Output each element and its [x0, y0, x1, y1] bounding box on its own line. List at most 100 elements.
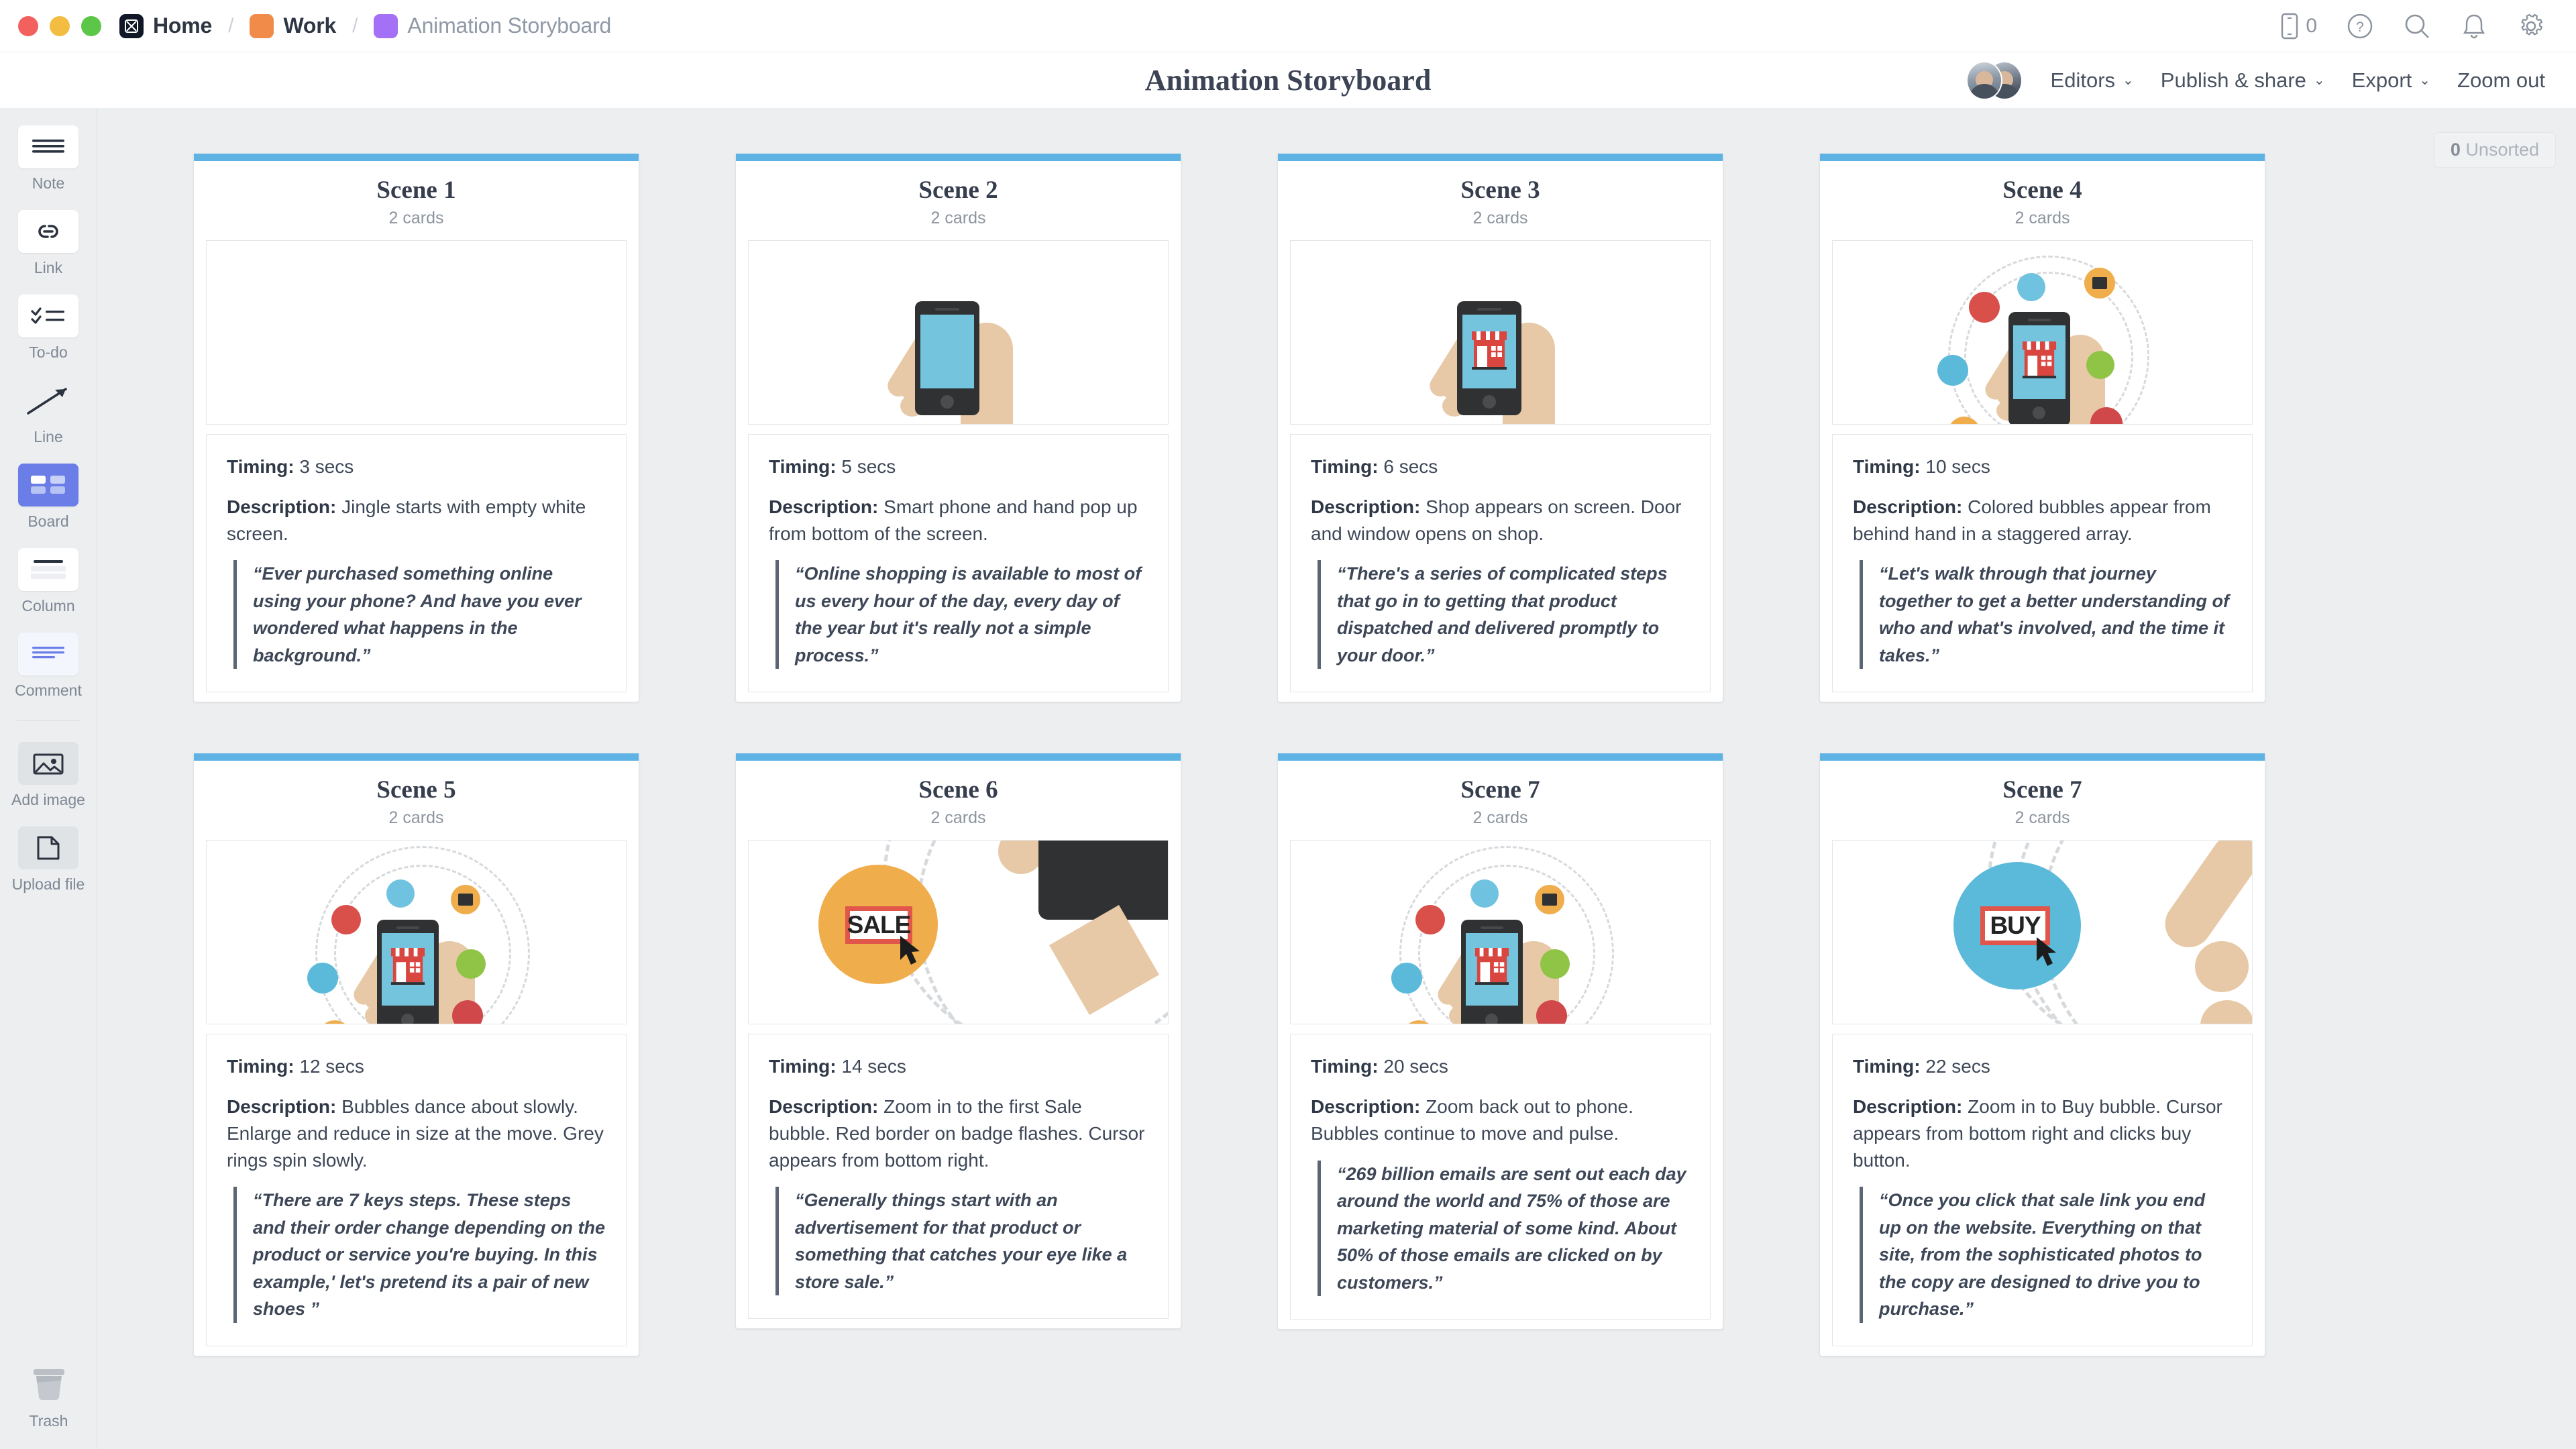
- column-scene-4[interactable]: Scene 4 2 cards Timing: 10 secs Descript…: [1819, 154, 2265, 703]
- sidebar-item-add-image[interactable]: Add image: [0, 742, 97, 809]
- breadcrumb-item-current[interactable]: Animation Storyboard: [374, 13, 611, 38]
- column-card-count: 2 cards: [1472, 808, 1528, 828]
- shop-icon: [1474, 948, 1510, 985]
- column-scene-6[interactable]: Scene 6 2 cards SALE Timing: 14 secs Des…: [735, 753, 1181, 1330]
- text-card[interactable]: Timing: 12 secs Description: Bubbles dan…: [206, 1034, 627, 1346]
- timing-field: Timing: 10 secs: [1853, 453, 2232, 480]
- quote-text: “269 billion emails are sent out each da…: [1318, 1160, 1690, 1296]
- column-header: Scene 7 2 cards: [1278, 761, 1723, 840]
- description-field: Description: Zoom back out to phone. Bub…: [1311, 1093, 1690, 1147]
- export-menu[interactable]: Export ⌄: [2352, 68, 2430, 93]
- sidebar-item-todo[interactable]: To-do: [0, 294, 97, 362]
- app-window: Home / Work / Animation Storyboard 0 ? A…: [0, 0, 2576, 1449]
- column-title: Scene 5: [376, 776, 456, 804]
- export-menu-label: Export: [2351, 68, 2412, 92]
- column-scene-7[interactable]: Scene 7 2 cards Timing: 20 secs Descript…: [1277, 753, 1723, 1330]
- zoom-out-label: Zoom out: [2457, 68, 2545, 92]
- link-icon: [18, 210, 78, 253]
- quote-text: “Once you click that sale link you end u…: [1860, 1187, 2232, 1323]
- sidebar-item-note[interactable]: Note: [0, 125, 97, 193]
- sidebar-item-upload-file[interactable]: Upload file: [0, 826, 97, 894]
- column-scene-7-buy[interactable]: Scene 7 2 cards BUY Timing: 22 secs Desc…: [1819, 753, 2265, 1356]
- column-scene-1[interactable]: Scene 1 2 cards Timing: 3 secs Descripti…: [193, 154, 639, 703]
- column-card-count: 2 cards: [388, 209, 444, 227]
- image-card[interactable]: [748, 240, 1169, 425]
- image-card[interactable]: BUY: [1832, 840, 2253, 1025]
- minimize-window-button[interactable]: [50, 15, 70, 36]
- help-icon[interactable]: ?: [2347, 13, 2373, 40]
- image-card[interactable]: [1290, 240, 1711, 425]
- phone-with-colored-bubbles-illustration: [1833, 241, 2252, 424]
- shop-icon: [2021, 341, 2057, 379]
- text-card[interactable]: Timing: 22 secs Description: Zoom in to …: [1832, 1034, 2253, 1346]
- description-label: Description:: [1853, 1096, 1963, 1117]
- buy-bubble-zoom-illustration: BUY: [1833, 841, 2252, 1024]
- text-card[interactable]: Timing: 3 secs Description: Jingle start…: [206, 434, 627, 693]
- column-title: Scene 1: [376, 176, 456, 204]
- column-card-count: 2 cards: [2015, 808, 2070, 828]
- sidebar-item-column[interactable]: Column: [0, 548, 97, 615]
- column-wrapper: Scene 7 2 cards BUY Timing: 22 secs Desc…: [1819, 753, 2265, 1356]
- window-controls: [0, 15, 101, 36]
- column-header: Scene 6 2 cards: [736, 761, 1181, 840]
- sidebar-item-comment[interactable]: Comment: [0, 633, 97, 700]
- text-card[interactable]: Timing: 10 secs Description: Colored bub…: [1832, 434, 2253, 693]
- image-card[interactable]: [1832, 240, 2253, 425]
- text-card[interactable]: Timing: 14 secs Description: Zoom in to …: [748, 1034, 1169, 1320]
- search-icon[interactable]: [2403, 12, 2431, 40]
- zoom-window-button[interactable]: [81, 15, 101, 36]
- board-header-actions: Editors ⌄ Publish & share ⌄ Export ⌄ Zoo…: [1966, 60, 2576, 100]
- image-card[interactable]: [1290, 840, 1711, 1025]
- chevron-down-icon: ⌄: [2123, 73, 2134, 88]
- column-header: Scene 1 2 cards: [194, 161, 639, 240]
- trash-label: Trash: [29, 1412, 68, 1430]
- image-card[interactable]: [206, 240, 627, 425]
- sidebar-item-label: Comment: [15, 682, 82, 699]
- text-card[interactable]: Timing: 6 secs Description: Shop appears…: [1290, 434, 1711, 693]
- board-header: Animation Storyboard Editors ⌄ Publish &…: [0, 52, 2576, 108]
- breadcrumb-item-home[interactable]: Home: [119, 13, 212, 38]
- hand-holding-phone-shop-illustration: [1291, 241, 1710, 424]
- breadcrumb-separator-2: /: [352, 14, 358, 37]
- notifications-icon[interactable]: [2461, 12, 2487, 40]
- timing-value: 10 secs: [1925, 456, 1990, 477]
- description-label: Description:: [227, 496, 337, 517]
- editor-avatars[interactable]: [1966, 60, 2024, 100]
- sidebar-item-label: Add image: [11, 791, 85, 808]
- sidebar-item-label: Column: [21, 597, 75, 614]
- breadcrumb-item-work[interactable]: Work: [250, 13, 336, 38]
- close-window-button[interactable]: [18, 15, 38, 36]
- column-card-count: 2 cards: [388, 808, 444, 828]
- settings-gear-icon[interactable]: [2517, 12, 2545, 40]
- timing-value: 3 secs: [299, 456, 354, 477]
- sidebar-item-line[interactable]: Line: [0, 379, 97, 446]
- breadcrumb-separator-1: /: [228, 14, 234, 37]
- column-scene-3[interactable]: Scene 3 2 cards Timing: 6 secs Descripti…: [1277, 154, 1723, 703]
- mobile-card-count[interactable]: 0: [2280, 13, 2317, 40]
- sidebar-item-board[interactable]: Board: [0, 464, 97, 531]
- quote-text: “There are 7 keys steps. These steps and…: [233, 1187, 606, 1323]
- text-card[interactable]: Timing: 5 secs Description: Smart phone …: [748, 434, 1169, 693]
- bubble-red: [1969, 292, 2000, 323]
- text-card[interactable]: Timing: 20 secs Description: Zoom back o…: [1290, 1034, 1711, 1320]
- trash-button[interactable]: Trash: [0, 1363, 97, 1430]
- image-card[interactable]: [206, 840, 627, 1025]
- editors-menu[interactable]: Editors ⌄: [2051, 68, 2134, 93]
- zoom-out-button[interactable]: Zoom out: [2457, 68, 2545, 93]
- board-canvas[interactable]: 0 Unsorted Scene 1 2 cards Timing: 3 sec…: [97, 108, 2576, 1449]
- description-field: Description: Jingle starts with empty wh…: [227, 494, 606, 547]
- column-wrapper: Scene 7 2 cards Timing: 20 secs Descript…: [1277, 753, 1723, 1356]
- column-scene-2[interactable]: Scene 2 2 cards Timing: 5 secs Descripti…: [735, 154, 1181, 703]
- column-header: Scene 2 2 cards: [736, 161, 1181, 240]
- sidebar-item-link[interactable]: Link: [0, 210, 97, 277]
- note-icon: [18, 125, 78, 168]
- column-accent-bar: [736, 154, 1181, 161]
- column-accent-bar: [736, 753, 1181, 761]
- image-card[interactable]: SALE: [748, 840, 1169, 1025]
- bubble-red: [331, 905, 361, 935]
- column-card-count: 2 cards: [2015, 209, 2070, 227]
- sidebar-item-label: Upload file: [11, 875, 85, 893]
- column-scene-5[interactable]: Scene 5 2 cards Timing: 12 secs Descript…: [193, 753, 639, 1356]
- column-wrapper: Scene 4 2 cards Timing: 10 secs Descript…: [1819, 154, 2265, 703]
- publish-share-menu[interactable]: Publish & share ⌄: [2161, 68, 2325, 93]
